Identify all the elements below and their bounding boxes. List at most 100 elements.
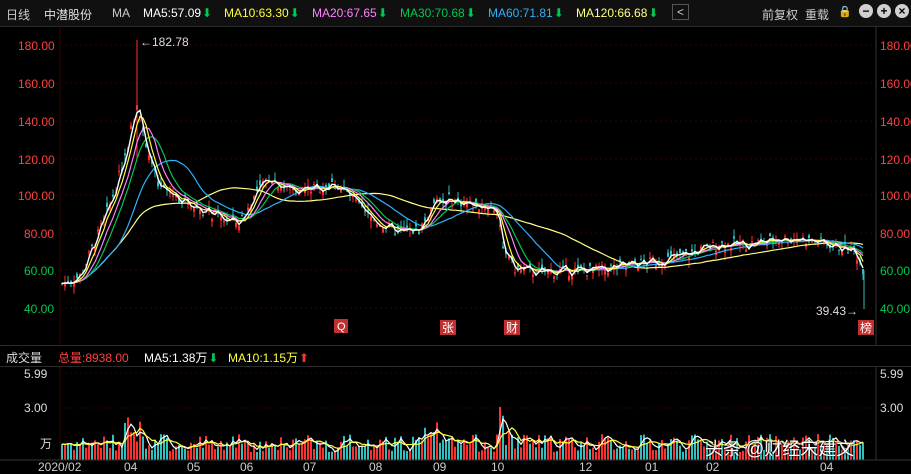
volume-bar (184, 448, 186, 460)
volume-bar (439, 442, 441, 460)
volume-bar (313, 448, 315, 460)
candle-body (838, 249, 840, 251)
volume-bar (469, 443, 471, 460)
volume-bar (496, 434, 498, 460)
candle-body (553, 276, 555, 279)
volume-bar (481, 450, 483, 460)
volume-bar (472, 435, 474, 460)
candle-body (466, 203, 468, 208)
volume-bar (190, 442, 192, 460)
volume-bar (268, 447, 270, 460)
candle-body (847, 252, 849, 254)
volume-grid (60, 372, 876, 443)
candle-body (241, 215, 243, 217)
volume-ma10-text: MA10:1.15万 (228, 351, 299, 365)
arrow-up-icon: ⬆ (299, 351, 310, 365)
candle-body (157, 181, 159, 187)
price-tick: 120.00 (18, 153, 55, 167)
volume-bar (67, 443, 69, 460)
volume-bar (631, 449, 633, 460)
candle-body (130, 125, 132, 129)
volume-bar (103, 436, 105, 460)
candle-body (478, 209, 480, 213)
volume-bar (604, 438, 606, 460)
candle-body (502, 246, 504, 249)
price-tick: 160.00 (880, 77, 911, 91)
candle-body (514, 272, 516, 274)
volume-bar (394, 437, 396, 460)
volume-bar (88, 444, 90, 460)
candle-body (757, 240, 759, 242)
volume-bar (310, 439, 312, 460)
volume-bar (490, 447, 492, 460)
volume-bar (628, 448, 630, 460)
candle-body (376, 224, 378, 227)
volume-bar (682, 451, 684, 460)
volume-bar (580, 441, 582, 460)
volume-bar (142, 436, 144, 460)
candle-body (97, 229, 99, 232)
candle-body (811, 241, 813, 243)
volume-bar (454, 446, 456, 460)
candle-body (856, 260, 858, 264)
candle-body (331, 178, 333, 182)
volume-bar (688, 440, 690, 460)
volume-bar (61, 444, 63, 460)
candle-body (820, 237, 822, 239)
volume-bar (343, 436, 345, 460)
price-tick: 80.00 (880, 227, 910, 241)
volume-bar (370, 449, 372, 460)
volume-bar (199, 436, 201, 460)
candle-body (211, 218, 213, 222)
candle-body (667, 252, 669, 257)
volume-bar (679, 445, 681, 460)
candle-body (319, 192, 321, 194)
volume-bar (532, 441, 534, 460)
marker-q: Q (337, 321, 346, 333)
volume-bar (625, 441, 627, 460)
price-tick: 180.00 (880, 39, 911, 53)
volume-bar (157, 443, 159, 460)
date-tick: 12 (579, 460, 593, 474)
volume-bar (262, 450, 264, 460)
candle-body (448, 192, 450, 195)
candle-body (124, 153, 126, 156)
volume-bar (127, 417, 129, 460)
volume-bar (100, 447, 102, 460)
candle-body (721, 241, 723, 243)
volume-bar (217, 447, 219, 460)
volume-bar (427, 436, 429, 460)
price-tick: 100.00 (18, 189, 55, 203)
volume-bar (508, 430, 510, 460)
price-tick: 40.00 (880, 302, 910, 316)
volume-bar (202, 447, 204, 460)
price-chart-canvas[interactable]: 180.00 160.00 140.00 120.00 100.00 80.00… (0, 0, 911, 474)
volume-bar (424, 427, 426, 460)
event-markers: Q 张 财 榜 (334, 319, 874, 335)
candle-body (637, 268, 639, 272)
volume-bar (139, 421, 141, 460)
date-tick: 10 (491, 460, 505, 474)
volume-bar (232, 436, 234, 460)
volume-bar (283, 445, 285, 460)
date-tick: 07 (303, 460, 317, 474)
volume-bar (487, 447, 489, 460)
candle-body (787, 242, 789, 244)
volume-ma5: MA5:1.38万⬇ (144, 349, 218, 366)
volume-bar (493, 451, 495, 460)
low-price-label: 39.43→ (816, 304, 858, 318)
candle-body (493, 210, 495, 213)
volume-bar (145, 448, 147, 460)
volume-tick: 3.00 (24, 401, 48, 415)
volume-bar (556, 451, 558, 460)
volume-bar (115, 450, 117, 460)
candle-body (259, 180, 261, 186)
volume-bar (118, 443, 120, 460)
candle-body (532, 274, 534, 277)
candle-body (88, 251, 90, 253)
candle-body (487, 208, 489, 214)
volume-bar (613, 449, 615, 460)
volume-bar (640, 435, 642, 460)
candle-body (235, 222, 237, 227)
volume-bar (331, 451, 333, 460)
